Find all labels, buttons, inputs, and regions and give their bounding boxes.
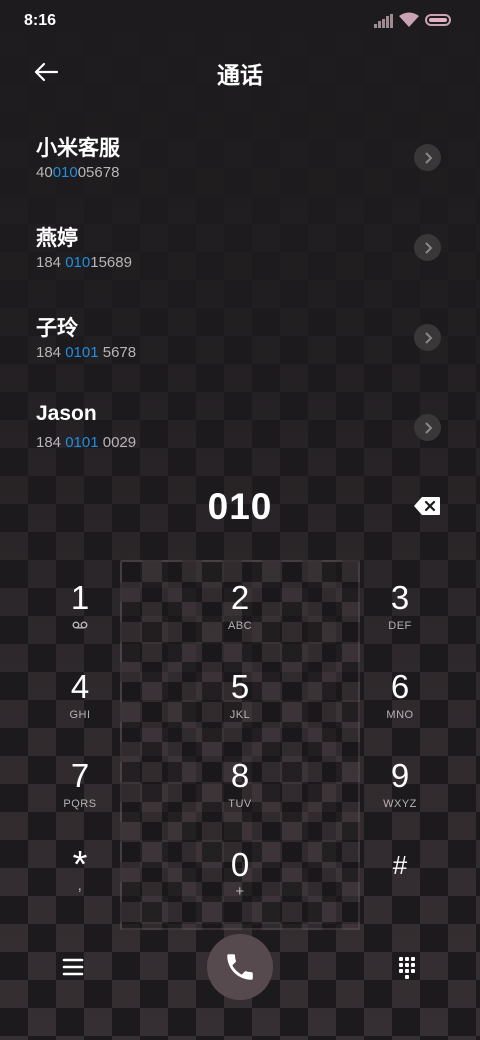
number-match: 010 bbox=[52, 164, 78, 181]
key-4[interactable]: 4 GHI bbox=[20, 667, 140, 747]
header: 通话 bbox=[0, 48, 480, 96]
number-prefix: 184 bbox=[36, 434, 66, 451]
number-prefix: 184 bbox=[36, 254, 66, 271]
key-letters: MNO bbox=[386, 709, 414, 721]
key-3[interactable]: 3 DEF bbox=[340, 578, 460, 658]
bottom-bar bbox=[0, 930, 480, 1010]
contact-item[interactable]: 小米客服 4001005678 bbox=[0, 112, 480, 202]
contact-number: 184 01015689 bbox=[36, 254, 132, 271]
key-letters: WXYZ bbox=[383, 798, 417, 810]
key-digit: 8 bbox=[230, 757, 250, 794]
contact-number: 184 0101 5678 bbox=[36, 344, 136, 361]
number-suffix: 5678 bbox=[98, 344, 137, 361]
key-digit: # bbox=[392, 850, 408, 880]
dialpad-toggle-button[interactable] bbox=[392, 952, 422, 982]
key-star[interactable]: * , bbox=[20, 845, 140, 925]
contact-detail-button[interactable] bbox=[414, 414, 441, 441]
key-0[interactable]: 0 + bbox=[180, 845, 300, 925]
key-letters: JKL bbox=[229, 709, 251, 721]
number-match: 0101 bbox=[65, 434, 99, 451]
number-suffix: 15689 bbox=[90, 254, 132, 271]
phone-icon bbox=[227, 954, 253, 980]
dialed-number[interactable]: 010 bbox=[0, 486, 480, 528]
key-digit: 5 bbox=[230, 668, 250, 705]
contact-detail-button[interactable] bbox=[414, 144, 441, 171]
key-6[interactable]: 6 MNO bbox=[340, 667, 460, 747]
contact-item[interactable]: 燕婷 184 01015689 bbox=[0, 202, 480, 292]
key-letters: PQRS bbox=[63, 798, 97, 810]
menu-button[interactable] bbox=[58, 952, 88, 982]
contact-detail-button[interactable] bbox=[414, 234, 441, 261]
key-7[interactable]: 7 PQRS bbox=[20, 756, 140, 836]
chevron-right-icon bbox=[424, 151, 432, 164]
key-digit: 2 bbox=[230, 579, 250, 616]
key-digit: 9 bbox=[390, 757, 410, 794]
key-digit: 3 bbox=[390, 579, 410, 616]
status-bar: 8:16 bbox=[0, 0, 480, 40]
menu-icon bbox=[62, 958, 84, 976]
key-digit: 7 bbox=[70, 757, 90, 794]
wifi-icon bbox=[398, 12, 420, 28]
contact-number: 184 0101 0029 bbox=[36, 434, 136, 451]
number-prefix: 40 bbox=[36, 164, 53, 181]
page-title: 通话 bbox=[217, 62, 263, 88]
key-5[interactable]: 5 JKL bbox=[180, 667, 300, 747]
contact-name: 子玲 bbox=[36, 317, 78, 340]
dialpad-icon bbox=[399, 957, 415, 979]
key-letters: DEF bbox=[388, 620, 412, 632]
key-letters: TUV bbox=[228, 798, 252, 810]
contact-item[interactable]: 子玲 184 0101 5678 bbox=[0, 292, 480, 382]
contact-name: Jason bbox=[36, 402, 97, 425]
contact-item[interactable]: Jason 184 0101 0029 bbox=[0, 382, 480, 472]
key-hash[interactable]: # bbox=[340, 845, 460, 925]
key-letters: + bbox=[235, 883, 245, 900]
contact-name: 燕婷 bbox=[36, 227, 78, 250]
key-1[interactable]: 1 bbox=[20, 578, 140, 658]
key-letters: GHI bbox=[69, 709, 91, 721]
key-2[interactable]: 2 ABC bbox=[180, 578, 300, 658]
key-digit: 0 bbox=[230, 846, 250, 883]
number-match: 0101 bbox=[65, 344, 99, 361]
status-time: 8:16 bbox=[24, 12, 57, 29]
battery-icon bbox=[425, 14, 451, 26]
voicemail-icon bbox=[20, 620, 140, 632]
chevron-right-icon bbox=[424, 421, 432, 434]
key-digit: 6 bbox=[390, 668, 410, 705]
backspace-button[interactable] bbox=[413, 496, 441, 516]
key-digit: 1 bbox=[70, 579, 90, 616]
call-button[interactable] bbox=[207, 934, 273, 1000]
number-suffix: 05678 bbox=[77, 164, 120, 181]
contact-name: 小米客服 bbox=[36, 137, 120, 160]
number-suffix: 0029 bbox=[98, 434, 137, 451]
key-digit: 4 bbox=[70, 668, 90, 705]
number-prefix: 184 bbox=[36, 344, 66, 361]
number-match: 010 bbox=[65, 254, 91, 271]
key-letters: , bbox=[77, 877, 83, 894]
contact-suggestions: 小米客服 4001005678 燕婷 184 01015689 子玲 184 0… bbox=[0, 112, 480, 472]
contact-number: 4001005678 bbox=[36, 164, 119, 181]
key-letters: ABC bbox=[227, 620, 253, 632]
dialed-number-row: 010 bbox=[0, 482, 480, 532]
chevron-right-icon bbox=[424, 331, 432, 344]
chevron-right-icon bbox=[424, 241, 432, 254]
key-9[interactable]: 9 WXYZ bbox=[340, 756, 460, 836]
contact-detail-button[interactable] bbox=[414, 324, 441, 351]
backspace-icon bbox=[414, 497, 440, 515]
key-8[interactable]: 8 TUV bbox=[180, 756, 300, 836]
signal-icon bbox=[374, 14, 394, 28]
